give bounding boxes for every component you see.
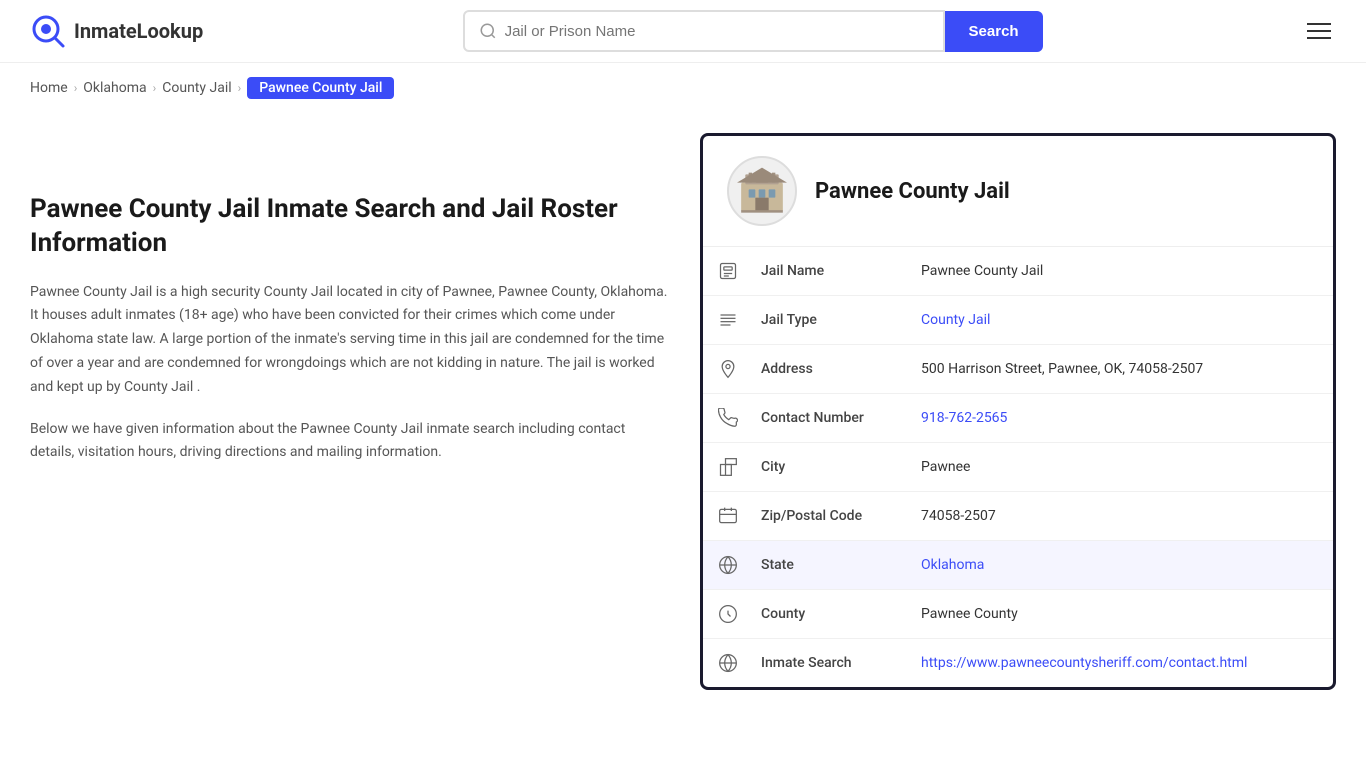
building-icon (737, 166, 787, 216)
breadcrumb-home[interactable]: Home (30, 80, 68, 96)
main-content: Pawnee County Jail Inmate Search and Jai… (0, 113, 1366, 730)
inmate-search-globe-icon (718, 653, 738, 673)
info-row-jail-name: Jail Name Pawnee County Jail (703, 247, 1333, 296)
info-row-zip: Zip/Postal Code 74058-2507 (703, 492, 1333, 541)
zip-icon-cell (703, 492, 753, 540)
search-bar: Search (463, 10, 1043, 52)
jail-type-icon-cell (703, 296, 753, 344)
jail-name-value: Pawnee County Jail (913, 249, 1333, 293)
jail-name-label: Jail Name (753, 249, 913, 293)
breadcrumb-current: Pawnee County Jail (247, 77, 394, 99)
inmate-search-link[interactable]: https://www.pawneecountysheriff.com/cont… (921, 655, 1247, 671)
page-title: Pawnee County Jail Inmate Search and Jai… (30, 193, 670, 261)
card-header: Pawnee County Jail (703, 136, 1333, 247)
separator-3: › (238, 81, 242, 95)
info-row-state: State Oklahoma (703, 541, 1333, 590)
address-label: Address (753, 347, 913, 391)
right-column: Pawnee County Jail Jail Name Pawnee Coun… (700, 133, 1336, 690)
left-column: Pawnee County Jail Inmate Search and Jai… (30, 133, 670, 690)
zip-label: Zip/Postal Code (753, 494, 913, 538)
search-bar-icon (479, 22, 497, 40)
header: InmateLookup Search (0, 0, 1366, 63)
jail-type-link[interactable]: County Jail (921, 312, 990, 328)
inmate-search-icon-cell (703, 639, 753, 687)
address-icon (718, 359, 738, 379)
info-row-contact: Contact Number 918-762-2565 (703, 394, 1333, 443)
breadcrumb-oklahoma[interactable]: Oklahoma (83, 80, 146, 96)
jail-name-icon-cell (703, 247, 753, 295)
county-value: Pawnee County (913, 592, 1333, 636)
search-input[interactable] (505, 23, 929, 40)
logo-text: InmateLookup (74, 19, 203, 43)
inmate-search-label: Inmate Search (753, 641, 913, 685)
breadcrumb-county-jail[interactable]: County Jail (162, 80, 231, 96)
inmate-search-value: https://www.pawneecountysheriff.com/cont… (913, 641, 1333, 685)
state-value: Oklahoma (913, 543, 1333, 587)
city-value: Pawnee (913, 445, 1333, 489)
info-card: Pawnee County Jail Jail Name Pawnee Coun… (700, 133, 1336, 690)
info-row-jail-type: Jail Type County Jail (703, 296, 1333, 345)
contact-label: Contact Number (753, 396, 913, 440)
county-icon-cell (703, 590, 753, 638)
description-1: Pawnee County Jail is a high security Co… (30, 281, 670, 400)
info-rows: Jail Name Pawnee County Jail Jail Type C… (703, 247, 1333, 687)
address-icon-cell (703, 345, 753, 393)
separator-1: › (74, 81, 78, 95)
state-link[interactable]: Oklahoma (921, 557, 984, 573)
info-row-inmate-search: Inmate Search https://www.pawneecountysh… (703, 639, 1333, 687)
state-icon (718, 555, 738, 575)
zip-icon (718, 506, 738, 526)
info-row-city: City Pawnee (703, 443, 1333, 492)
logo-link[interactable]: InmateLookup (30, 13, 203, 49)
separator-2: › (153, 81, 157, 95)
contact-icon-cell (703, 394, 753, 442)
jail-name-icon (718, 261, 738, 281)
city-icon-cell (703, 443, 753, 491)
logo-icon (30, 13, 66, 49)
info-row-address: Address 500 Harrison Street, Pawnee, OK,… (703, 345, 1333, 394)
breadcrumb: Home › Oklahoma › County Jail › Pawnee C… (0, 63, 1366, 113)
jail-type-icon (718, 310, 738, 330)
card-jail-name: Pawnee County Jail (815, 179, 1010, 204)
city-label: City (753, 445, 913, 489)
address-value: 500 Harrison Street, Pawnee, OK, 74058-2… (913, 347, 1333, 391)
search-button[interactable]: Search (945, 11, 1043, 52)
phone-link[interactable]: 918-762-2565 (921, 410, 1007, 426)
state-icon-cell (703, 541, 753, 589)
jail-type-value: County Jail (913, 298, 1333, 342)
phone-icon (718, 408, 738, 428)
city-icon (718, 457, 738, 477)
description-2: Below we have given information about th… (30, 418, 670, 466)
state-label: State (753, 543, 913, 587)
info-row-county: County Pawnee County (703, 590, 1333, 639)
county-icon (718, 604, 738, 624)
search-input-wrapper (463, 10, 945, 52)
jail-type-label: Jail Type (753, 298, 913, 342)
zip-value: 74058-2507 (913, 494, 1333, 538)
hamburger-menu[interactable] (1302, 18, 1336, 44)
county-label: County (753, 592, 913, 636)
jail-avatar (727, 156, 797, 226)
contact-value: 918-762-2565 (913, 396, 1333, 440)
